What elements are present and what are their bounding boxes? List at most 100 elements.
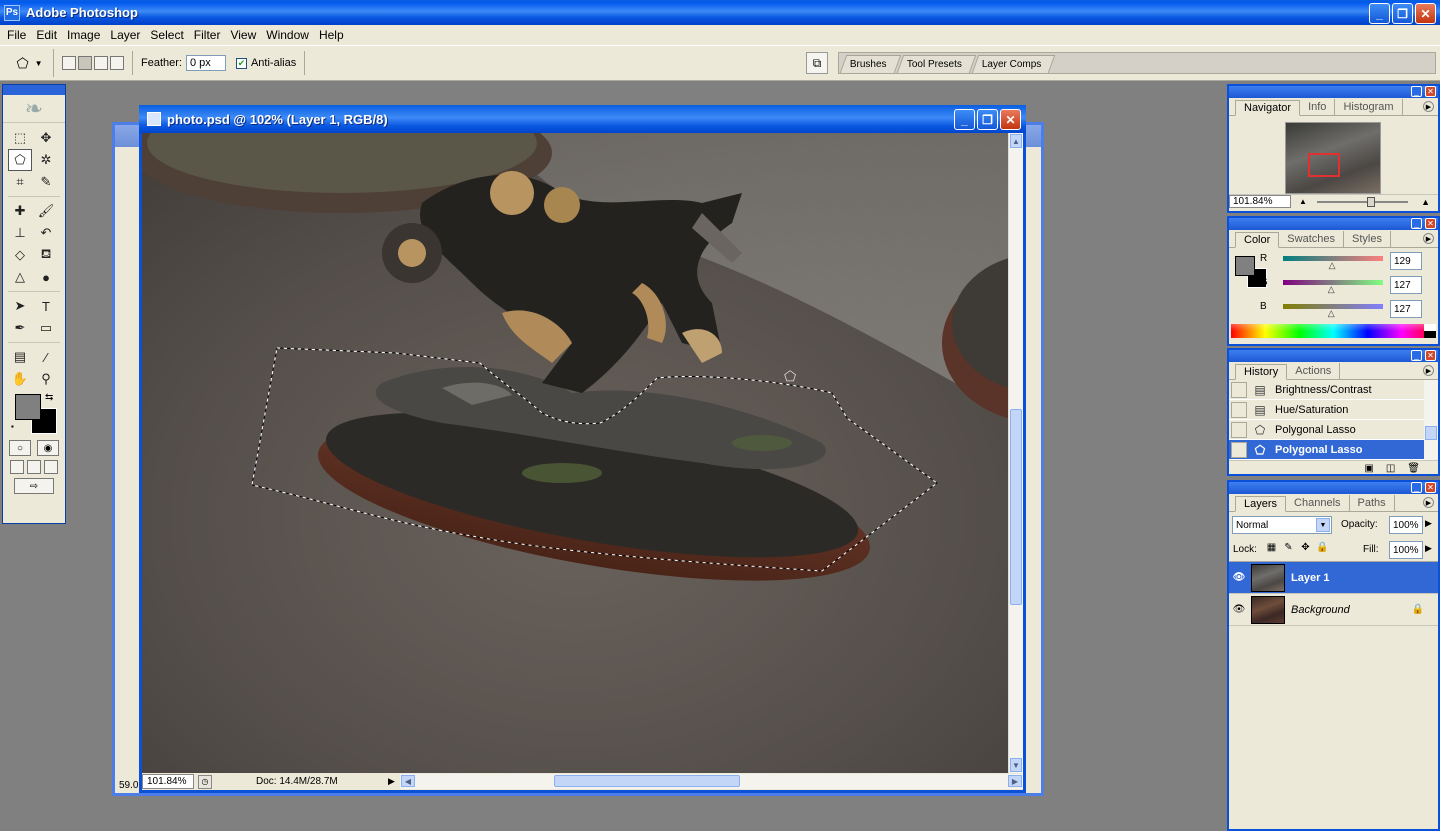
menu-image[interactable]: Image (62, 28, 105, 42)
intersect-selection-button[interactable] (110, 56, 124, 70)
navigator-zoom-slider[interactable]: ▲ ▲ (1299, 196, 1430, 207)
color-foreground-swatch[interactable] (1235, 256, 1255, 276)
zoom-in-icon[interactable]: ▲ (1421, 197, 1430, 207)
lock-transparency-icon[interactable]: ▦ (1265, 542, 1278, 553)
crop-icon[interactable]: ⌗ (8, 171, 32, 193)
palette-close-button[interactable]: ✕ (1425, 86, 1436, 97)
eyedropper-icon[interactable]: ⁄ (34, 346, 58, 368)
document-minimize-button[interactable]: _ (954, 109, 975, 130)
new-selection-button[interactable] (62, 56, 76, 70)
history-scrollbar[interactable] (1424, 380, 1438, 460)
history-source-checkbox[interactable] (1231, 441, 1247, 458)
document-titlebar[interactable]: photo.psd @ 102% (Layer 1, RGB/8) _ ❐ ✕ (139, 105, 1026, 133)
blend-mode-select[interactable]: Normal ▼ (1232, 516, 1332, 534)
red-value-field[interactable]: 129 (1390, 252, 1422, 270)
zoom-out-icon[interactable]: ▲ (1299, 197, 1307, 206)
well-tab-layer-comps[interactable]: Layer Comps (971, 55, 1056, 73)
swap-colors-icon[interactable]: ⇆ (45, 392, 53, 403)
green-slider-handle[interactable]: △ (1328, 284, 1335, 295)
lock-position-icon[interactable]: ✥ (1299, 542, 1312, 553)
jump-to-imageready-button[interactable]: ⇨ (14, 478, 54, 494)
document-close-button[interactable]: ✕ (1000, 109, 1021, 130)
feather-input[interactable] (185, 55, 226, 71)
status-bar-options-icon[interactable]: ◷ (198, 774, 212, 789)
green-value-field[interactable]: 127 (1390, 276, 1422, 294)
tool-preset-picker[interactable]: ⬠ ▼ (6, 49, 54, 77)
clone-stamp-icon[interactable]: ⊥ (8, 222, 32, 244)
fill-slider-arrow-icon[interactable]: ▶ (1425, 543, 1432, 554)
blue-value-field[interactable]: 127 (1390, 300, 1422, 318)
layer-row-background[interactable]: 👁 Background 🔒 (1229, 594, 1438, 626)
palette-menu-icon[interactable]: ▶ (1423, 497, 1434, 508)
tab-actions[interactable]: Actions (1287, 363, 1341, 379)
palette-titlebar[interactable]: _ ✕ (1229, 86, 1438, 98)
history-item-selected[interactable]: ⬠ Polygonal Lasso (1229, 440, 1438, 460)
menu-edit[interactable]: Edit (31, 28, 62, 42)
quick-mask-button[interactable]: ◉ (37, 440, 59, 456)
tab-info[interactable]: Info (1300, 99, 1336, 115)
eye-icon[interactable]: 👁 (1229, 604, 1249, 615)
adobe-feather-icon[interactable]: ❧ (3, 95, 65, 123)
well-tab-brushes[interactable]: Brushes (839, 55, 901, 73)
healing-brush-icon[interactable]: ✚ (8, 200, 32, 222)
tab-color[interactable]: Color (1235, 232, 1280, 248)
tab-channels[interactable]: Channels (1286, 495, 1350, 511)
menu-layer[interactable]: Layer (105, 28, 145, 42)
palette-close-button[interactable]: ✕ (1425, 218, 1436, 229)
palette-titlebar[interactable]: _ ✕ (1229, 218, 1438, 230)
history-brush-icon[interactable]: ↶ (34, 222, 58, 244)
tab-histogram[interactable]: Histogram (1335, 99, 1403, 115)
move-icon[interactable]: ✥ (34, 127, 58, 149)
history-item[interactable]: ⬠ Polygonal Lasso (1229, 420, 1438, 440)
vertical-scroll-thumb[interactable] (1010, 409, 1022, 605)
zoom-level-field[interactable]: 101.84% (142, 774, 194, 789)
palette-minimize-button[interactable]: _ (1411, 482, 1422, 493)
status-menu-arrow-icon[interactable]: ▶ (388, 776, 400, 787)
restore-button[interactable]: ❐ (1392, 3, 1413, 24)
polygonal-lasso-icon[interactable]: ⬠ (8, 149, 32, 171)
horizontal-scrollbar[interactable]: ◀ ▶ (400, 774, 1023, 789)
navigator-thumbnail[interactable] (1285, 122, 1381, 194)
menu-file[interactable]: File (2, 28, 31, 42)
close-button[interactable]: ✕ (1415, 3, 1436, 24)
hand-icon[interactable]: ✋ (8, 368, 32, 390)
standard-mode-button[interactable]: ○ (9, 440, 31, 456)
history-source-checkbox[interactable] (1231, 401, 1247, 418)
palette-menu-icon[interactable]: ▶ (1423, 233, 1434, 244)
subtract-from-selection-button[interactable] (94, 56, 108, 70)
paint-bucket-icon[interactable]: ⛾ (34, 244, 58, 266)
toolbox-titlebar[interactable] (3, 85, 65, 95)
scroll-left-arrow[interactable]: ◀ (401, 775, 415, 787)
red-slider-handle[interactable]: △ (1329, 260, 1336, 271)
navigator-view-box[interactable] (1308, 153, 1340, 177)
opacity-field[interactable]: 100% (1389, 516, 1423, 534)
document-maximize-button[interactable]: ❐ (977, 109, 998, 130)
palette-close-button[interactable]: ✕ (1425, 350, 1436, 361)
menu-help[interactable]: Help (314, 28, 349, 42)
palette-titlebar[interactable]: _ ✕ (1229, 350, 1438, 362)
notes-icon[interactable]: ▤ (8, 346, 32, 368)
foreground-color-swatch[interactable] (15, 394, 41, 420)
palette-minimize-button[interactable]: _ (1411, 86, 1422, 97)
trash-icon[interactable]: 🗑 (1407, 463, 1420, 474)
lock-image-icon[interactable]: ✎ (1282, 542, 1295, 553)
blur-icon[interactable]: △ (8, 266, 32, 288)
menu-select[interactable]: Select (145, 28, 188, 42)
tab-layers[interactable]: Layers (1235, 496, 1287, 512)
zoom-slider-knob[interactable] (1367, 196, 1375, 207)
brush-icon[interactable]: 🖌 (34, 200, 58, 222)
history-item[interactable]: ▤ Hue/Saturation (1229, 400, 1438, 420)
color-spectrum-bar[interactable] (1231, 324, 1436, 338)
blue-slider-handle[interactable]: △ (1328, 308, 1335, 319)
tab-history[interactable]: History (1235, 364, 1288, 380)
new-document-from-state-icon[interactable]: ▣ (1364, 463, 1373, 474)
opacity-slider-arrow-icon[interactable]: ▶ (1425, 518, 1432, 529)
eye-icon[interactable]: 👁 (1229, 572, 1249, 583)
dodge-icon[interactable]: ● (34, 266, 58, 288)
menu-view[interactable]: View (225, 28, 261, 42)
scroll-right-arrow[interactable]: ▶ (1008, 775, 1022, 787)
standard-screen-mode-button[interactable] (10, 460, 24, 474)
anti-alias-checkbox[interactable]: ✔ (235, 57, 247, 69)
layer-row-layer-1[interactable]: 👁 Layer 1 (1229, 562, 1438, 594)
path-selection-icon[interactable]: ➤ (8, 295, 32, 317)
